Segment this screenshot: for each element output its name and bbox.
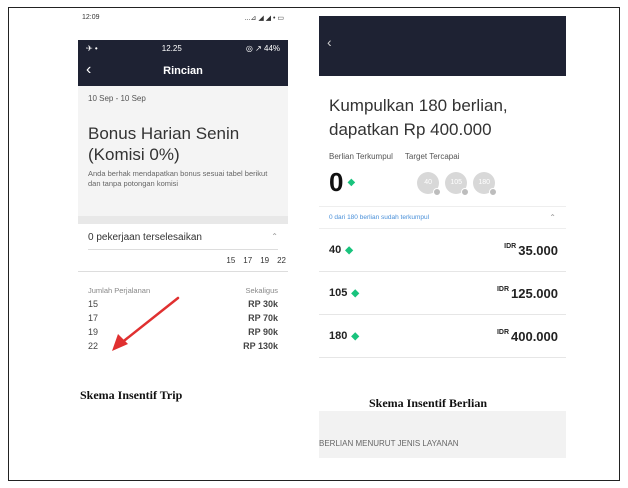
target-badges: 40 105 180 [417,171,498,196]
lock-icon [489,187,498,196]
jobs-completed-label: 0 pekerjaan terselesaikan [88,232,202,243]
date-range: 10 Sep - 10 Sep [88,94,146,103]
progress-ticks: 15 17 19 22 [78,250,288,272]
outer-status-bar: 12:09 ...⊿ ◢ ◢ • ▭ [78,12,288,40]
tick-label: 22 [277,256,286,265]
section-divider [78,216,288,224]
reward-price: IDR 400.000 [497,329,558,344]
outer-time: 12:09 [82,14,100,21]
outer-status-icons: ...⊿ ◢ ◢ • ▭ [244,15,284,22]
inner-status-right: ◎ ↗ 44% [245,43,280,53]
caption-trip: Skema Insentif Trip [80,388,183,402]
chevron-up-icon[interactable]: ⌃ [549,213,556,222]
progress-row[interactable]: 0 dari 180 berlian sudah terkumpul ⌃ [319,206,566,229]
diamond-icon: ◆ [345,245,353,256]
trips-cell: 19 [88,327,99,337]
caption-diamond: Skema Insentif Berlian [369,396,488,410]
service-type-section[interactable]: BERLIAN MENURUT JENIS LAYANAN [319,411,566,458]
back-arrow-icon[interactable]: ‹ [86,61,91,79]
price-value: 125.000 [511,285,558,301]
service-type-label: BERLIAN MENURUT JENIS LAYANAN [319,439,459,448]
inner-status-bar: ✈ • 12.25 ◎ ↗ 44% [78,40,288,56]
diamond-icon: ◆ [347,177,356,188]
reward-level: 180 ◆ [329,330,359,342]
trips-cell: 17 [88,313,99,323]
diamond-icon: ◆ [351,331,360,342]
collected-label: Berlian Terkumpul [329,152,393,161]
badge-label: 105 [450,179,463,186]
lock-icon [461,187,470,196]
amount-cell: RP 90k [248,327,278,337]
reward-level: 105 ◆ [329,287,359,299]
red-arrow-annotation [112,296,180,351]
badge-label: 180 [478,179,491,186]
chevron-up-icon[interactable]: ⌃ [271,232,278,243]
jobs-section[interactable]: 0 pekerjaan terselesaikan ⌃ [78,224,288,250]
currency-label: IDR [504,242,517,250]
level-value: 105 [329,287,348,299]
reward-price: IDR 125.000 [497,286,558,301]
bonus-description: Anda berhak mendapatkan bonus sesuai tab… [88,169,268,188]
tick-label: 17 [243,256,253,265]
detail-navbar: ‹ Rincian [78,56,288,86]
diamond-header: Kumpulkan 180 berlian, dapatkan Rp 400.0… [319,76,566,198]
badge-label: 40 [424,179,433,186]
reward-row: 180 ◆ IDR 400.000 [319,315,566,358]
inner-status-time: 12.25 [161,43,182,53]
target-label: Target Tercapai [404,152,460,161]
amount-cell: RP 70k [248,313,278,323]
reward-row: 105 ◆ IDR 125.000 [319,272,566,315]
currency-label: IDR [496,285,509,293]
amount-cell: RP 130k [243,341,278,351]
trips-cell: 15 [88,299,99,309]
target-badge: 180 [473,171,498,196]
reward-price: IDR 35.000 [504,243,558,258]
target-badge: 40 [417,171,442,196]
jobs-completed-row[interactable]: 0 pekerjaan terselesaikan ⌃ [88,232,278,250]
reward-level: 40 ◆ [329,244,353,256]
bonus-header: 10 Sep - 10 Sep Bonus Harian Senin (Komi… [78,86,288,216]
level-value: 40 [329,244,342,256]
bonus-title: Bonus Harian Senin (Komisi 0%) [88,124,240,164]
diamond-title: Kumpulkan 180 berlian, dapatkan Rp 400.0… [329,96,508,139]
diamond-incentive-screen: ‹ Kumpulkan 180 berlian, dapatkan Rp 400… [319,16,566,458]
target-badge: 105 [445,171,470,196]
tick-label: 15 [226,256,236,265]
currency-label: IDR [496,328,509,336]
trips-cell: 22 [88,341,99,351]
tick-label: 19 [260,256,270,265]
inner-status-left: ✈ • [86,43,98,53]
collected-count: 0 [329,167,344,197]
header-amount: Sekaligus [245,286,278,295]
progress-text: 0 dari 180 berlian sudah terkumpul [329,214,430,221]
diamond-count-row: 0 ◆ 40 105 180 [329,167,556,198]
amount-cell: RP 30k [248,299,278,309]
diamond-icon: ◆ [351,288,360,299]
reward-row: 40 ◆ IDR 35.000 [319,229,566,272]
diamond-labels: Berlian Terkumpul Target Tercapai [329,152,556,161]
back-arrow-icon[interactable]: ‹ [327,34,332,50]
lock-icon [433,187,442,196]
price-value: 400.000 [511,328,558,344]
diamond-navbar: ‹ [319,16,566,76]
price-value: 35.000 [518,242,558,258]
page-title: Rincian [163,65,203,77]
level-value: 180 [329,330,348,342]
